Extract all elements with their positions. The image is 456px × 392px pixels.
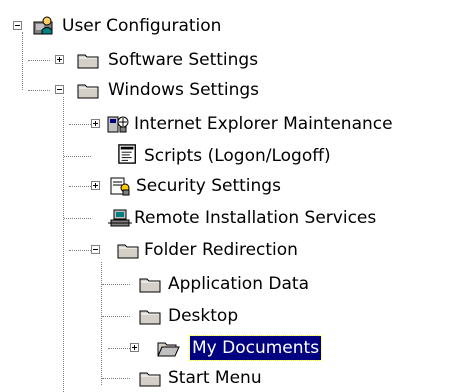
tree-node-user-configuration[interactable]: User Configuration xyxy=(0,12,270,40)
tree-line xyxy=(69,186,91,187)
expand-toggle-software-settings[interactable] xyxy=(55,55,64,64)
scripts-icon xyxy=(118,144,136,164)
folder-icon xyxy=(117,244,139,259)
open-folder-icon xyxy=(157,342,180,357)
tree-node-label: Internet Explorer Maintenance xyxy=(134,114,393,134)
tree-node-start-menu[interactable]: Start Menu xyxy=(132,364,312,392)
tree-node-label: Folder Redirection xyxy=(144,240,298,260)
tree-node-label: Software Settings xyxy=(108,50,259,70)
tree-node-ie-maintenance[interactable]: Internet Explorer Maintenance xyxy=(106,110,454,138)
user-config-icon xyxy=(33,16,53,35)
tree-line xyxy=(69,250,91,251)
tree-line xyxy=(63,97,64,392)
tree-node-desktop[interactable]: Desktop xyxy=(132,302,292,330)
tree-node-label: Scripts (Logon/Logoff) xyxy=(144,146,331,166)
collapse-toggle-windows-settings[interactable] xyxy=(55,85,64,94)
tree-line xyxy=(28,90,50,91)
tree-node-scripts[interactable]: Scripts (Logon/Logoff) xyxy=(106,142,396,170)
tree-node-label: Start Menu xyxy=(168,368,262,388)
tree-node-application-data[interactable]: Application Data xyxy=(132,270,372,298)
folder-icon xyxy=(139,278,161,293)
collapse-toggle-folder-redirection[interactable] xyxy=(91,245,100,254)
tree-node-folder-redirection[interactable]: Folder Redirection xyxy=(106,236,366,264)
folder-icon xyxy=(77,54,99,69)
tree-node-security-settings[interactable]: Security Settings xyxy=(106,172,396,200)
tree-line xyxy=(108,348,130,349)
tree-line xyxy=(102,378,130,379)
folder-icon xyxy=(139,372,161,387)
folder-icon xyxy=(139,310,161,325)
tree-line xyxy=(28,60,50,61)
tree-view[interactable]: User Configuration Software Settings Win… xyxy=(0,0,456,392)
folder-icon xyxy=(77,84,99,99)
expand-toggle-ie-maintenance[interactable] xyxy=(91,119,100,128)
expand-toggle-security-settings[interactable] xyxy=(91,181,100,190)
tree-node-label-selected: My Documents xyxy=(188,335,323,361)
tree-node-label: Remote Installation Services xyxy=(134,208,377,228)
tree-node-label: User Configuration xyxy=(62,16,222,36)
tree-line xyxy=(64,156,91,157)
tree-node-windows-settings[interactable]: Windows Settings xyxy=(70,76,290,104)
security-icon xyxy=(110,177,130,196)
tree-node-label: Security Settings xyxy=(136,176,281,196)
tree-line xyxy=(102,316,130,317)
tree-line xyxy=(102,284,130,285)
tree-node-software-settings[interactable]: Software Settings xyxy=(70,46,290,74)
tree-node-remote-install[interactable]: Remote Installation Services xyxy=(106,204,454,232)
tree-node-my-documents[interactable]: My Documents xyxy=(132,334,352,362)
tree-node-label: Application Data xyxy=(168,274,309,294)
tree-node-label: Desktop xyxy=(168,306,239,326)
tree-line xyxy=(101,262,102,385)
ie-maintenance-icon xyxy=(107,116,129,133)
tree-node-label: Windows Settings xyxy=(108,80,260,100)
tree-line xyxy=(69,124,91,125)
remote-install-icon xyxy=(108,209,132,227)
tree-line xyxy=(64,218,91,219)
tree-line xyxy=(22,32,23,90)
